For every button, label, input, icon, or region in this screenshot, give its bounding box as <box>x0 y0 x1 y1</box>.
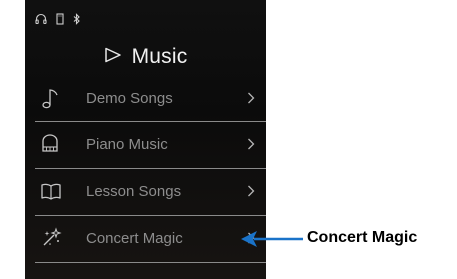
page-title: Music <box>25 42 266 72</box>
play-triangle-icon <box>104 47 122 68</box>
divider <box>35 262 266 263</box>
callout-arrow <box>241 231 303 247</box>
menu-item-label: Demo Songs <box>86 89 173 107</box>
chevron-right-icon <box>236 185 266 197</box>
menu-item-demo-songs[interactable]: Demo Songs <box>35 76 266 120</box>
menu-item-label: Concert Magic <box>86 229 183 247</box>
piano-icon <box>35 133 80 155</box>
menu-item-concert-magic[interactable]: Concert Magic <box>35 216 266 260</box>
chevron-right-icon <box>236 92 266 104</box>
headphones-icon <box>35 12 47 26</box>
menu-item-lesson-songs[interactable]: Lesson Songs <box>35 169 266 213</box>
bluetooth-icon <box>73 12 81 26</box>
page-title-label: Music <box>131 45 188 68</box>
music-menu-screen: Music Demo Songs Piano Music Lesson Song… <box>25 0 266 279</box>
menu-item-piano-music[interactable]: Piano Music <box>35 122 266 166</box>
status-bar <box>35 12 81 26</box>
music-note-icon <box>35 86 80 110</box>
menu-item-label: Lesson Songs <box>86 182 182 200</box>
chevron-right-icon <box>236 138 266 150</box>
usb-icon <box>55 12 65 26</box>
book-icon <box>35 181 80 201</box>
magic-sparkles-icon <box>35 227 80 249</box>
callout-label: Concert Magic <box>307 229 418 246</box>
menu-item-label: Piano Music <box>86 135 168 153</box>
